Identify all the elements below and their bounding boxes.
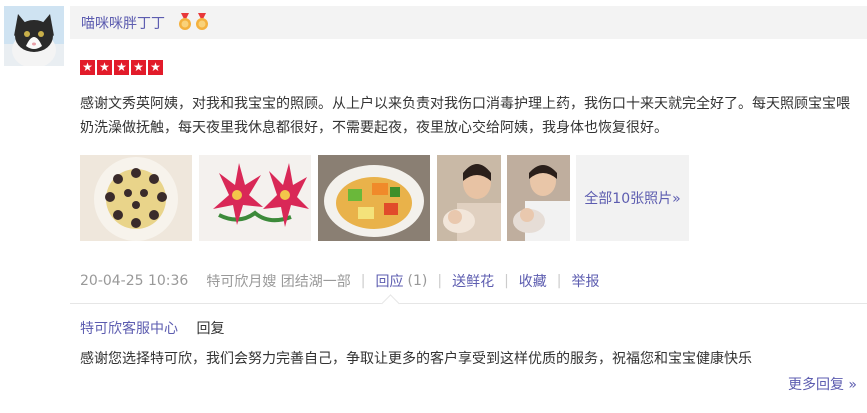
favorite-link[interactable]: 收藏 (519, 271, 547, 291)
all-photos-button[interactable]: 全部10张照片» (576, 155, 689, 241)
divider: | (556, 273, 562, 289)
divider: | (504, 273, 509, 289)
report-link[interactable]: 举报 (572, 271, 600, 291)
review-meta: 20-04-25 10:36 特可欣月嫂 团结湖一部 | 回应 (1) | 送鲜… (80, 271, 600, 291)
review-date: 20-04-25 10:36 (80, 273, 189, 289)
reply-pointer (381, 294, 400, 313)
reply-count: (1) (407, 273, 428, 289)
reply-header: 特可欣客服中心 回复 (80, 318, 224, 338)
star-icon: ★ (97, 60, 112, 75)
photo-thumbnail[interactable] (507, 155, 570, 241)
photo-thumbnail[interactable] (437, 155, 501, 241)
reply-divider (70, 303, 867, 304)
review-header: 喵咪咪胖丁丁 (70, 6, 867, 39)
star-icon: ★ (148, 60, 163, 75)
user-avatar[interactable] (4, 6, 64, 66)
more-replies-link[interactable]: 更多回复 » (788, 374, 857, 394)
star-icon: ★ (114, 60, 129, 75)
photo-thumbnail[interactable] (318, 155, 430, 241)
review-text: 感谢文秀英阿姨，对我和我宝宝的照顾。从上户以来负责对我伤口消毒护理上药，我伤口十… (80, 96, 850, 136)
reply-text: 感谢您选择特可欣，我们会努力完善自己，争取让更多的客户享受到这样优质的服务，祝福… (80, 351, 752, 367)
photo-thumbnail[interactable] (199, 155, 311, 241)
star-icon: ★ (80, 60, 95, 75)
photo-thumbnail[interactable] (80, 155, 192, 241)
medal-icon (196, 13, 208, 30)
send-flower-link[interactable]: 送鲜花 (452, 271, 494, 291)
star-icon: ★ (131, 60, 146, 75)
reply-label: 回复 (196, 321, 225, 337)
reply-author-link[interactable]: 特可欣客服中心 (80, 321, 178, 337)
divider: | (360, 273, 366, 289)
medal-icon (179, 13, 191, 30)
review-source: 特可欣月嫂 团结湖一部 (206, 274, 351, 290)
rating-stars: ★ ★ ★ ★ ★ (80, 60, 163, 75)
divider: | (437, 273, 443, 289)
reply-link[interactable]: 回应 (376, 271, 404, 291)
username-link[interactable]: 喵咪咪胖丁丁 (81, 13, 165, 33)
cat-avatar-icon (4, 6, 64, 66)
